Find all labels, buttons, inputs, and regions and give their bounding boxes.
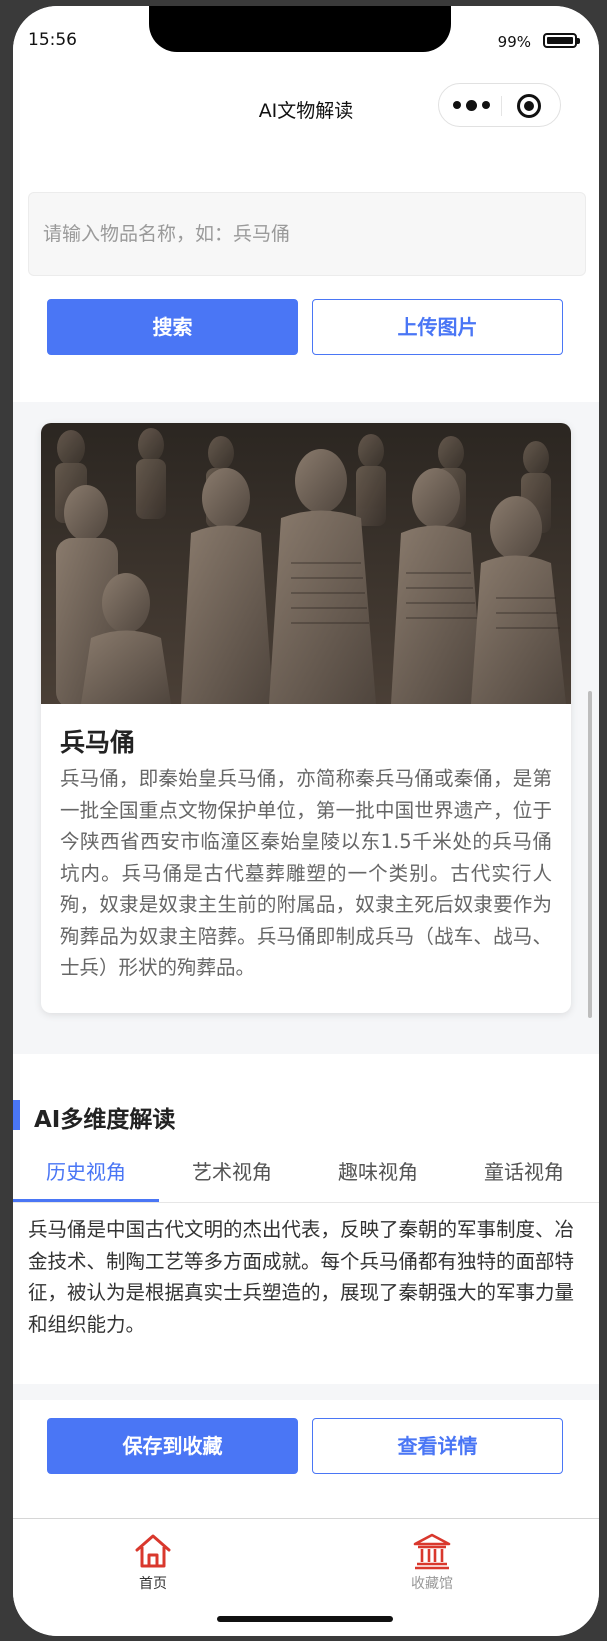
tab-fun[interactable]: 趣味视角	[305, 1152, 451, 1202]
terracotta-warriors-image	[41, 423, 571, 704]
tab-history[interactable]: 历史视角	[13, 1152, 159, 1202]
perspective-tabs: 历史视角 艺术视角 趣味视角 童话视角	[13, 1152, 599, 1203]
artifact-description: 兵马俑，即秦始皇兵马俑，亦简称秦兵马俑或秦俑，是第一批全国重点文物保护单位，第一…	[60, 767, 552, 979]
capsule-divider	[501, 96, 502, 116]
battery-percentage: 99%	[497, 33, 531, 51]
search-placeholder: 请输入物品名称，如：兵马俑	[43, 223, 291, 245]
home-indicator	[217, 1616, 393, 1622]
search-section: 请输入物品名称，如：兵马俑 搜索 上传图片	[13, 158, 599, 402]
tabbar-item-museum[interactable]: 收藏馆	[372, 1531, 492, 1593]
battery-icon	[543, 33, 580, 48]
interpretation-text: 兵马俑是中国古代文明的杰出代表，反映了秦朝的军事制度、冶金技术、制陶工艺等多方面…	[28, 1218, 575, 1336]
view-details-button[interactable]: 查看详情	[312, 1418, 563, 1474]
status-time: 15:56	[28, 30, 77, 50]
home-icon	[135, 1534, 171, 1568]
close-mini-program-icon[interactable]	[517, 94, 541, 118]
upload-image-button[interactable]: 上传图片	[312, 299, 563, 355]
tab-art[interactable]: 艺术视角	[159, 1152, 305, 1202]
ai-interpretation-section: AI多维度解读 历史视角 艺术视角 趣味视角 童话视角 兵马俑是中国古代文明的杰…	[13, 1054, 599, 1384]
navigation-bar: AI文物解读	[13, 72, 599, 158]
artifact-name: 兵马俑	[60, 728, 136, 757]
action-bar: 保存到收藏 查看详情	[13, 1400, 599, 1518]
save-to-collection-button[interactable]: 保存到收藏	[47, 1418, 298, 1474]
phone-screen: 15:56 99% AI文物解读 请输入物品名称，如：兵马俑 搜索 上传图片 兵…	[13, 6, 599, 1636]
section-accent-bar	[13, 1100, 20, 1130]
section-title: AI多维度解读	[34, 1107, 176, 1133]
mini-program-capsule	[438, 83, 561, 127]
artifact-card: 兵马俑 兵马俑，即秦始皇兵马俑，亦简称秦兵马俑或秦俑，是第一批全国重点文物保护单…	[41, 423, 571, 1013]
scrollbar[interactable]	[588, 691, 592, 1018]
tabbar-label-home: 首页	[139, 1576, 167, 1592]
search-button[interactable]: 搜索	[47, 299, 298, 355]
camera-notch	[149, 6, 451, 52]
tabbar-label-museum: 收藏馆	[411, 1576, 453, 1592]
active-tab-indicator	[13, 1199, 159, 1202]
more-options-icon[interactable]	[453, 96, 493, 114]
search-input[interactable]: 请输入物品名称，如：兵马俑	[28, 192, 586, 276]
tab-fairy-tale[interactable]: 童话视角	[451, 1152, 597, 1202]
museum-icon	[413, 1533, 451, 1570]
tabbar-item-home[interactable]: 首页	[93, 1531, 213, 1593]
